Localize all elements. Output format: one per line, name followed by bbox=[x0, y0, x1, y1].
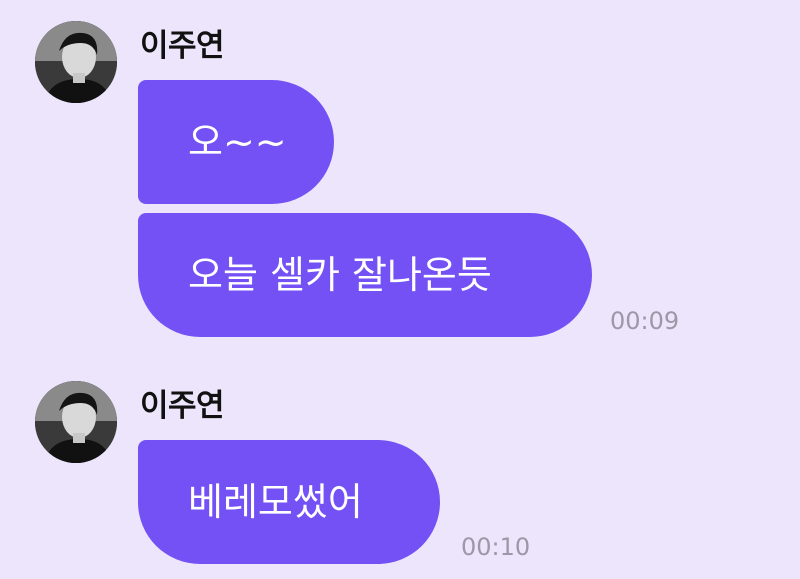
message-text: 베레모썼어 bbox=[188, 480, 363, 524]
message-bubble[interactable]: 오늘 셀카 잘나온듯 bbox=[138, 213, 592, 337]
profile-photo-icon bbox=[35, 21, 117, 103]
avatar[interactable] bbox=[35, 381, 117, 463]
profile-photo-icon bbox=[35, 381, 117, 463]
sender-name: 이주연 bbox=[140, 388, 225, 424]
message-timestamp: 00:10 bbox=[461, 533, 531, 561]
message-text: 오늘 셀카 잘나온듯 bbox=[188, 253, 492, 297]
avatar[interactable] bbox=[35, 21, 117, 103]
message-text: 오~~ bbox=[188, 120, 287, 164]
message-bubble[interactable]: 베레모썼어 bbox=[138, 440, 440, 564]
message-timestamp: 00:09 bbox=[610, 307, 680, 335]
message-bubble[interactable]: 오~~ bbox=[138, 80, 334, 204]
sender-name: 이주연 bbox=[140, 28, 225, 64]
